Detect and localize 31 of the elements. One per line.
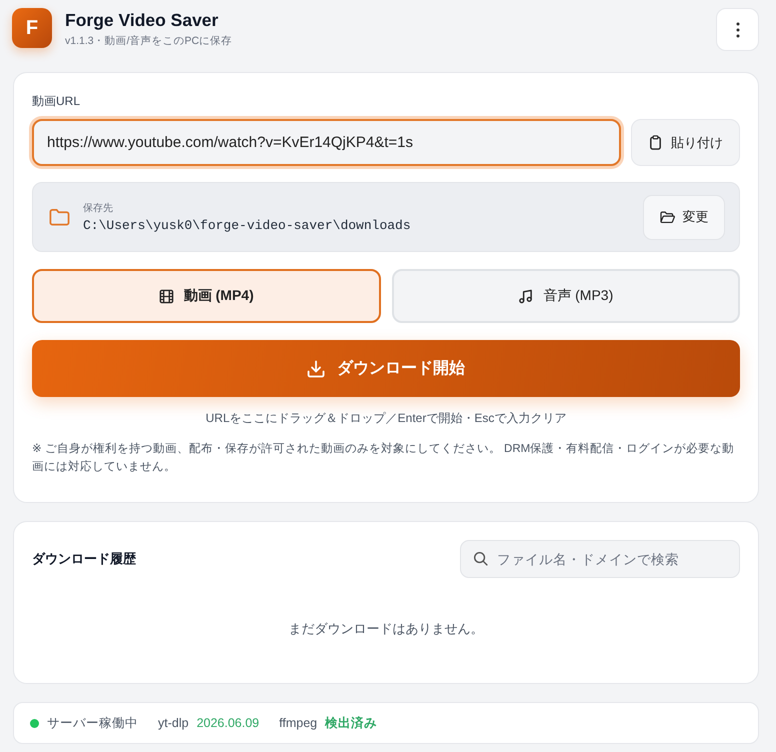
- music-note-icon: [518, 288, 534, 304]
- download-icon: [307, 360, 325, 378]
- app-logo: F: [12, 8, 52, 48]
- menu-button[interactable]: [716, 8, 759, 51]
- film-icon: [158, 288, 174, 304]
- paste-button[interactable]: 貼り付け: [631, 119, 740, 166]
- url-label: 動画URL: [32, 93, 82, 109]
- tool-status: 検出済み: [325, 714, 378, 732]
- url-input[interactable]: https://www.youtube.com/watch?v=KvEr14QjKP4&t=1s: [32, 119, 621, 166]
- format-option[interactable]: 動画 (MP4): [32, 269, 380, 323]
- empty-history-message: まだダウンロードはありません。: [288, 620, 484, 638]
- tool-name: ffmpeg: [279, 716, 318, 730]
- folder-icon: [49, 208, 70, 226]
- history-search-field[interactable]: ファイル名・ドメインで検索: [460, 540, 740, 578]
- tool-status: 2026.06.09: [196, 716, 260, 730]
- clipboard-icon: [648, 135, 663, 150]
- usage-notice: ※ ご自身が権利を持つ動画、配布・保存が許可された動画のみを対象にしてください。 DRM保護・有料配信・ログインが必要な動画には対応していません。: [32, 441, 736, 475]
- server-status: サーバー稼働中: [47, 714, 138, 732]
- app-title: Forge Video Saver: [65, 8, 220, 30]
- format-option[interactable]: 音声 (MP3): [392, 269, 740, 323]
- start-download-button[interactable]: ダウンロード開始: [32, 340, 740, 397]
- app-subtitle: v1.1.3・動画/音声をこのPCに保存: [65, 34, 232, 48]
- usage-hint: URLをここにドラッグ＆ドロップ／Enterで開始・Escで入力クリア: [204, 410, 568, 426]
- folder-open-icon: [660, 210, 674, 224]
- tool-name: yt-dlp: [158, 716, 189, 730]
- vertical-dots-icon: [736, 22, 740, 38]
- change-folder-button[interactable]: 変更: [643, 194, 725, 240]
- save-location-path: C:\Users\yusk0\forge-video-saver\downloads: [83, 218, 412, 232]
- save-location-label: 保存先: [83, 202, 114, 214]
- history-title: ダウンロード履歴: [32, 550, 136, 568]
- search-icon: [473, 551, 488, 566]
